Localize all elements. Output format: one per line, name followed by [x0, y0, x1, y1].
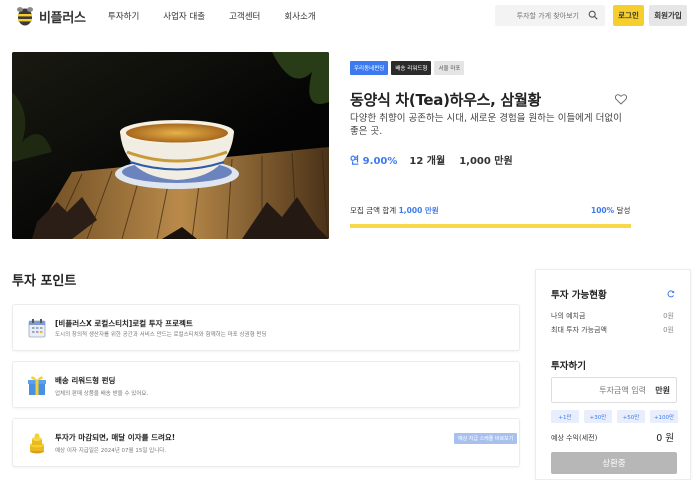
point-card-monthly-interest: 투자가 마감되면, 매달 이자를 드려요! 예상 이자 지급일은 2024년 0… — [12, 418, 520, 467]
deposit-label: 나의 예치금 — [551, 312, 586, 320]
nav-item-about[interactable]: 회사소개 — [284, 10, 315, 22]
add-300k-button[interactable]: +30만 — [584, 410, 612, 423]
add-1m-button[interactable]: +100만 — [650, 410, 678, 423]
raised-label: 모집 금액 합계 — [350, 206, 397, 215]
funding-progress-fill — [350, 224, 631, 228]
payment-schedule-link[interactable]: 예상 지급 스케쥴 바로보기 — [454, 433, 518, 444]
login-button[interactable]: 로그인 — [613, 5, 644, 26]
point-title: [비플러스X 로컬스티치]로컬 투자 프로젝트 — [55, 319, 193, 328]
raised-amount: 1,000 만원 — [398, 206, 439, 215]
achieved-percent: 100% — [591, 206, 615, 215]
add-10k-button[interactable]: +1만 — [551, 410, 579, 423]
tag-list: 우리동네펀딩 배송 리워드형 서울 마포 — [350, 61, 467, 75]
amount-field: 만원 — [551, 377, 677, 403]
tag-location: 서울 마포 — [434, 61, 465, 75]
store-hero-image — [12, 52, 329, 239]
point-subtitle: 예상 이자 지급일은 2024년 07월 15일 입니다. — [55, 448, 167, 454]
achieved-suffix: 달성 — [616, 206, 631, 215]
main-nav: 투자하기 사업자 대출 고객센터 회사소개 — [108, 10, 340, 22]
coin-stack-icon — [30, 433, 44, 454]
point-title: 투자가 마감되면, 매달 이자를 드려요! — [55, 433, 176, 442]
heart-icon[interactable] — [615, 94, 627, 105]
max-invest-label: 최대 투자 가능금액 — [551, 326, 607, 334]
amount-input[interactable] — [552, 378, 650, 402]
tag-reward-type: 배송 리워드형 — [391, 61, 432, 75]
estimated-return-value: 0 원 — [656, 433, 674, 444]
funding-progress-bar — [350, 224, 631, 228]
investment-period: 12 개월 — [409, 156, 446, 167]
search-input[interactable] — [495, 5, 583, 26]
calendar-icon — [28, 319, 46, 338]
header: 비플러스 투자하기 사업자 대출 고객센터 회사소개 로그인 회원가입 — [0, 0, 700, 34]
add-500k-button[interactable]: +50만 — [617, 410, 645, 423]
product-title: 동양식 차(Tea)하우스, 삼월황 — [350, 91, 541, 109]
funding-goal: 1,000 만원 — [459, 156, 513, 167]
achieved-summary: 100% 달성 — [591, 205, 630, 216]
nav-item-business-loan[interactable]: 사업자 대출 — [163, 10, 205, 22]
invest-title: 투자하기 — [551, 361, 586, 372]
refresh-icon[interactable] — [667, 290, 675, 298]
point-title: 배송 리워드형 펀딩 — [55, 376, 116, 385]
nav-item-invest[interactable]: 투자하기 — [108, 10, 139, 22]
estimated-return-label: 예상 수익(세전) — [551, 434, 598, 442]
point-subtitle: 업체의 판매 상품을 배송 받을 수 있어요. — [55, 391, 149, 397]
amount-unit: 만원 — [655, 386, 670, 395]
raised-summary: 모집 금액 합계 1,000 만원 — [350, 205, 439, 216]
interest-rate: 연 9.00% — [350, 156, 398, 167]
investment-points-title: 투자 포인트 — [12, 274, 77, 289]
logo-text: 비플러스 — [39, 10, 86, 26]
point-card-local-project: [비플러스X 로컬스티치]로컬 투자 프로젝트 도시의 창의적 생산자를 위한 … — [12, 304, 520, 351]
nav-item-support[interactable]: 고객센터 — [229, 10, 260, 22]
quick-amount-buttons: +1만 +30만 +50만 +100만 — [551, 410, 678, 423]
logo[interactable]: 비플러스 — [14, 5, 86, 27]
search-box — [495, 5, 605, 26]
product-stats: 연 9.00% 12 개월 1,000 만원 — [350, 152, 527, 167]
point-subtitle: 도시의 창의적 생산자를 위한 공간과 서비스 만드는 로컬스티치와 함께하는 … — [55, 332, 267, 338]
availability-title: 투자 가능현황 — [551, 290, 607, 301]
search-icon[interactable] — [588, 10, 598, 20]
max-invest-value: 0원 — [663, 326, 674, 334]
repaying-status-button[interactable]: 상환중 — [551, 452, 677, 474]
tag-local-funding: 우리동네펀딩 — [350, 61, 389, 75]
point-card-reward: 배송 리워드형 펀딩 업체의 판매 상품을 배송 받을 수 있어요. — [12, 361, 520, 408]
bee-logo-icon — [14, 5, 36, 27]
deposit-value: 0원 — [663, 312, 674, 320]
investment-panel: 투자 가능현황 나의 예치금 0원 최대 투자 가능금액 0원 투자하기 만원 … — [535, 269, 691, 480]
gift-icon — [28, 376, 46, 395]
signup-button[interactable]: 회원가입 — [649, 5, 687, 26]
product-description: 다양한 취향이 공존하는 시대, 새로운 경험을 원하는 이들에게 더없이 좋은… — [350, 113, 622, 137]
